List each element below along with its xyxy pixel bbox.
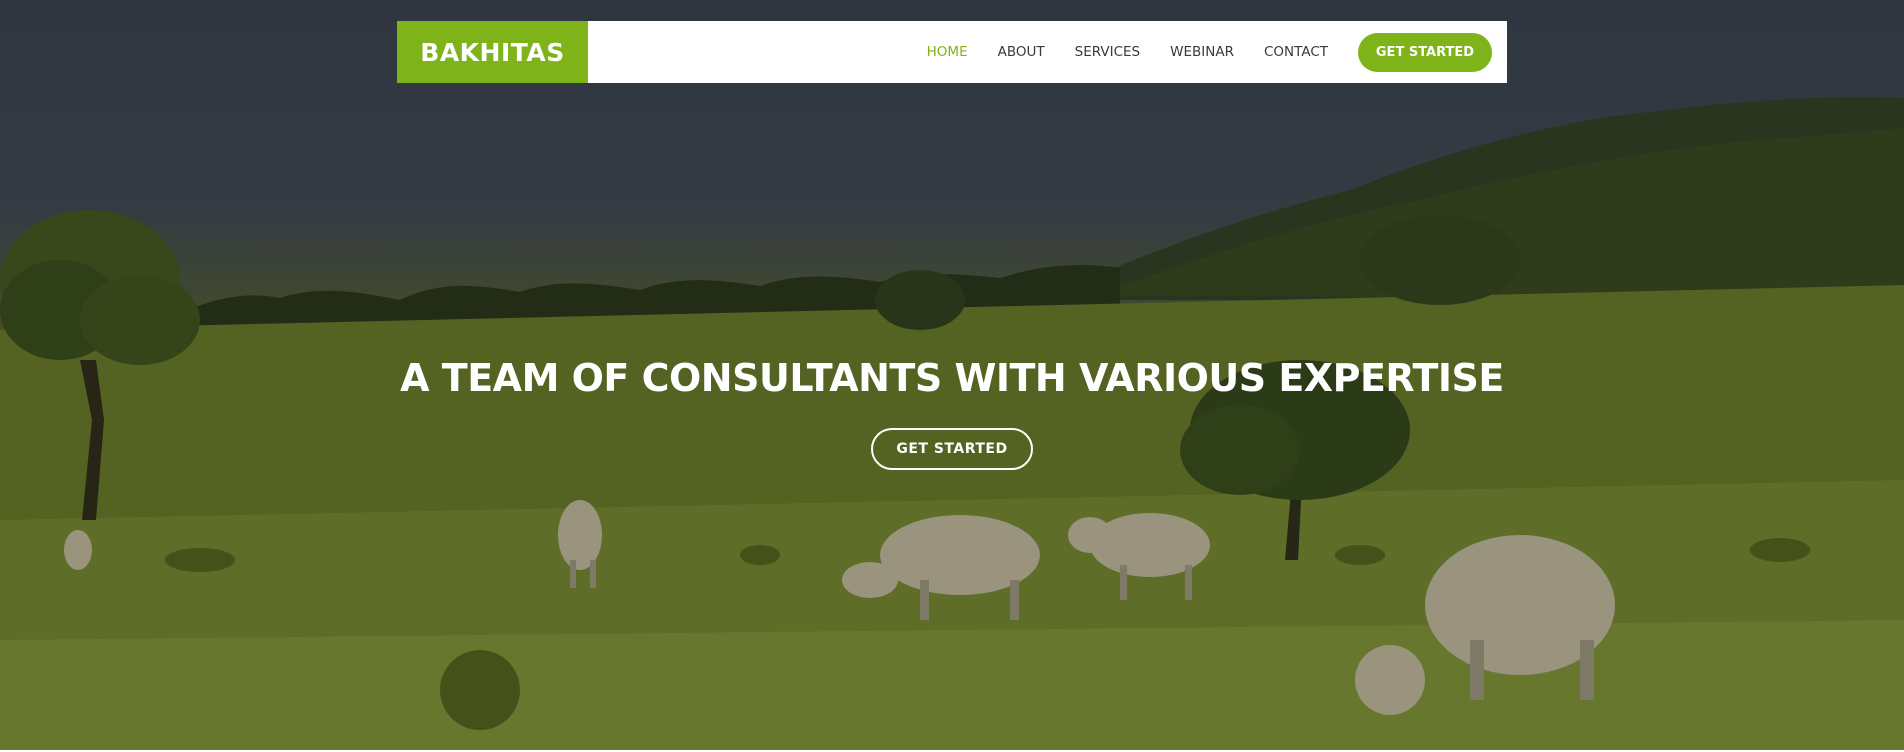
logo[interactable]: BAKHITAS bbox=[397, 21, 588, 83]
top-navbar: BAKHITAS HOME ABOUT SERVICES WEBINAR CON… bbox=[397, 21, 1507, 83]
logo-text: BAKHITAS bbox=[420, 37, 565, 67]
hero-get-started-button[interactable]: GET STARTED bbox=[871, 428, 1033, 470]
nav-link-about[interactable]: ABOUT bbox=[998, 44, 1045, 60]
hero-section: A TEAM OF CONSULTANTS WITH VARIOUS EXPER… bbox=[0, 0, 1904, 750]
nav-link-webinar[interactable]: WEBINAR bbox=[1170, 44, 1234, 60]
nav-link-services[interactable]: SERVICES bbox=[1075, 44, 1140, 60]
nav-link-contact[interactable]: CONTACT bbox=[1264, 44, 1328, 60]
nav-link-home[interactable]: HOME bbox=[927, 44, 968, 60]
hero-title: A TEAM OF CONSULTANTS WITH VARIOUS EXPER… bbox=[400, 356, 1504, 400]
nav-get-started-button[interactable]: GET STARTED bbox=[1358, 32, 1492, 72]
nav-menu: HOME ABOUT SERVICES WEBINAR CONTACT GET … bbox=[897, 32, 1492, 72]
